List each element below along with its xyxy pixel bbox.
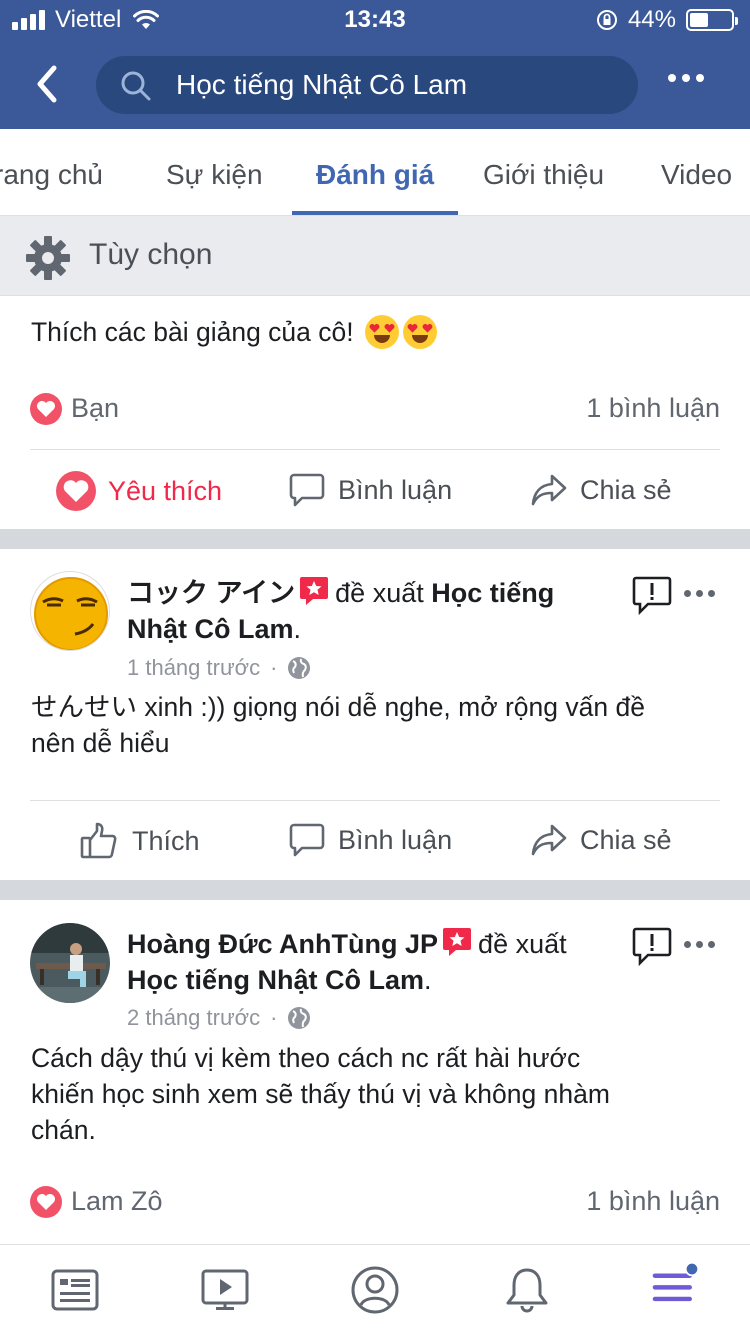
post-more-icon[interactable] <box>684 590 715 597</box>
recommend-icon <box>300 577 329 605</box>
post-meta: 1 tháng trước · <box>127 655 311 681</box>
reaction-names: Bạn <box>71 393 120 423</box>
comment-count[interactable]: 1 bình luận <box>586 393 720 424</box>
review-card: Hoàng Đức AnhTùng JP đề xuất Học tiếng N… <box>0 900 750 1244</box>
avatar-image <box>34 577 108 650</box>
avatar[interactable] <box>30 571 110 651</box>
post-time[interactable]: 1 tháng trước <box>127 655 260 681</box>
top-bar: Viettel 13:43 44% Học tiếng Nhật Cô Lam <box>0 0 750 129</box>
post-text: Cách dậy thú vị kèm theo cách nc rất hài… <box>31 1040 721 1148</box>
card-separator <box>0 880 750 900</box>
thumbs-up-icon <box>80 822 117 859</box>
comment-label: Bình luận <box>338 824 453 855</box>
divider <box>30 449 720 450</box>
post-text-line: chán. <box>31 1115 96 1145</box>
author-name[interactable]: Hoàng Đức AnhTùng JP <box>127 929 438 959</box>
share-icon <box>531 474 567 506</box>
recommend-verb: đề xuất <box>478 929 567 959</box>
recommend-icon <box>443 928 472 956</box>
tab-reviews[interactable]: Đánh giá <box>316 159 434 191</box>
globe-icon <box>288 1007 311 1029</box>
page-tabs: rang chủ Sự kiện Đánh giá Giới thiệu Vid… <box>0 129 750 216</box>
share-button[interactable]: Chia sẻ <box>530 471 672 509</box>
recommend-verb: đề xuất <box>335 578 424 608</box>
card-separator <box>0 529 750 549</box>
like-button[interactable]: Thích <box>80 821 200 861</box>
reaction-summary[interactable]: Bạn 1 bình luận <box>30 391 720 431</box>
bottom-navigation <box>0 1244 750 1334</box>
love-reaction-icon <box>30 1186 62 1218</box>
review-card: Thích các bài giảng của cô! Bạn 1 bình l… <box>0 297 750 529</box>
back-icon[interactable] <box>28 62 68 106</box>
battery-fill <box>690 13 708 27</box>
comment-icon <box>289 473 325 507</box>
reaction-summary[interactable]: Lam Zô 1 bình luận <box>30 1184 720 1224</box>
heart-eyes-emoji <box>364 315 399 349</box>
globe-icon <box>288 657 311 679</box>
avatar[interactable] <box>30 923 110 1003</box>
search-icon <box>121 71 151 101</box>
gear-icon <box>26 236 70 280</box>
post-time[interactable]: 2 tháng trước <box>127 1005 260 1031</box>
tab-home[interactable]: rang chủ <box>0 159 103 191</box>
love-label: Yêu thích <box>108 475 223 506</box>
post-more-icon[interactable] <box>684 941 715 948</box>
active-tab-indicator <box>292 211 458 215</box>
love-icon <box>56 471 96 511</box>
options-label: Tùy chọn <box>89 238 213 271</box>
report-icon[interactable] <box>632 575 672 615</box>
post-text-line: せんせい xinh :)) giọng nói dễ nghe, mở rộng… <box>31 692 645 722</box>
comment-button[interactable]: Bình luận <box>288 821 452 859</box>
watch-icon[interactable] <box>200 1265 250 1315</box>
review-header: コック アイン đề xuất Học tiếng Nhật Cô Lam. <box>127 577 555 644</box>
tab-videos[interactable]: Video <box>661 159 732 191</box>
comment-count[interactable]: 1 bình luận <box>586 1186 720 1217</box>
more-options-icon[interactable] <box>668 74 704 82</box>
report-icon[interactable] <box>632 926 672 966</box>
page-name[interactable]: Học tiếng Nhật Cô Lam <box>127 965 424 995</box>
search-input[interactable]: Học tiếng Nhật Cô Lam <box>96 56 638 114</box>
comment-button[interactable]: Bình luận <box>288 471 452 509</box>
love-button[interactable]: Yêu thích <box>56 471 222 511</box>
tab-about[interactable]: Giới thiệu <box>483 159 604 191</box>
post-text-line: khiến học sinh xem sẽ thấy thú vị và khô… <box>31 1079 610 1109</box>
profile-icon[interactable] <box>350 1265 400 1315</box>
post-text-content: Thích các bài giảng của cô! <box>31 317 354 347</box>
status-bar: Viettel 13:43 44% <box>0 0 750 40</box>
battery-percent: 44% <box>627 6 676 33</box>
author-name[interactable]: コック アイン <box>127 578 295 608</box>
notifications-icon[interactable] <box>502 1265 552 1315</box>
share-button[interactable]: Chia sẻ <box>530 821 672 859</box>
orientation-lock-icon <box>596 10 617 30</box>
news-feed-icon[interactable] <box>50 1265 100 1315</box>
review-card: コック アイン đề xuất Học tiếng Nhật Cô Lam. 1… <box>0 549 750 880</box>
share-label: Chia sẻ <box>580 474 672 505</box>
reaction-names: Lam Zô <box>71 1186 163 1216</box>
post-text: せんせい xinh :)) giọng nói dễ nghe, mở rộng… <box>31 689 721 761</box>
avatar-image <box>30 923 110 1003</box>
comment-label: Bình luận <box>338 474 453 505</box>
love-reaction-icon <box>30 393 62 425</box>
heart-eyes-emoji <box>402 315 437 349</box>
like-label: Thích <box>132 825 200 856</box>
divider <box>30 800 720 801</box>
post-meta: 2 tháng trước · <box>127 1005 311 1031</box>
post-text: Thích các bài giảng của cô! <box>31 314 721 350</box>
share-icon <box>531 824 567 856</box>
search-text: Học tiếng Nhật Cô Lam <box>176 69 468 100</box>
share-label: Chia sẻ <box>580 824 672 855</box>
options-bar[interactable]: Tùy chọn <box>0 216 750 296</box>
battery-icon <box>686 9 738 31</box>
comment-icon <box>289 823 325 857</box>
menu-icon[interactable] <box>650 1261 700 1311</box>
review-header: Hoàng Đức AnhTùng JP đề xuất Học tiếng N… <box>127 928 567 995</box>
tab-events[interactable]: Sự kiện <box>166 159 263 191</box>
post-text-line: Cách dậy thú vị kèm theo cách nc rất hài… <box>31 1043 581 1073</box>
post-text-line: nên dễ hiểu <box>31 728 170 758</box>
